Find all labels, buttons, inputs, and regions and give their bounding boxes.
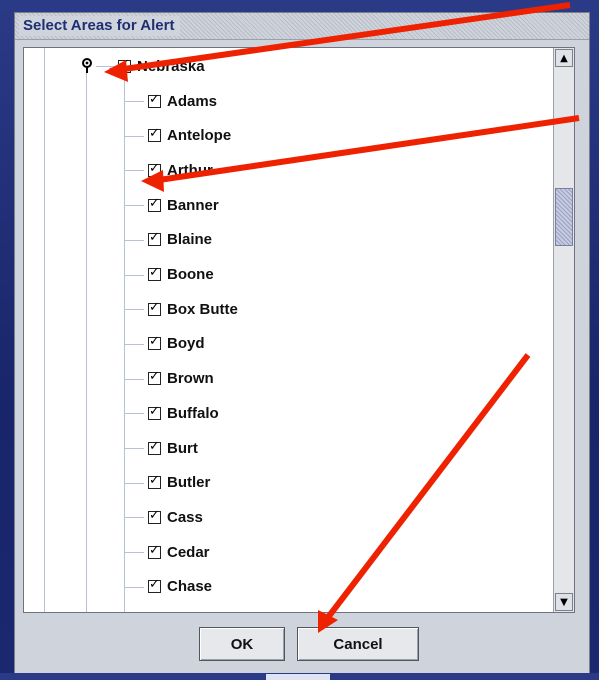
tree-node-label: Nebraska (137, 57, 205, 75)
tree-branch-line (124, 170, 144, 172)
nebraska-checkbox[interactable] (118, 57, 131, 73)
tree-branch-line (124, 135, 144, 137)
tree-row[interactable]: Chase (148, 570, 212, 604)
tree-row[interactable]: Cass (148, 500, 203, 534)
county-checkbox[interactable] (148, 161, 161, 177)
county-checkbox[interactable] (148, 508, 161, 524)
county-checkbox[interactable] (148, 92, 161, 108)
tree-row[interactable]: Box Butte (148, 292, 238, 326)
county-checkbox[interactable] (148, 300, 161, 316)
tree-node-label: Box Butte (167, 300, 238, 318)
tree-node-label: Cedar (167, 543, 210, 561)
tree-row[interactable]: Cedar (148, 535, 210, 569)
tree-row[interactable]: Boone (148, 258, 214, 292)
tree-branch-line (124, 205, 144, 207)
tree-row[interactable]: Antelope (148, 119, 231, 153)
tree-node-label: Antelope (167, 127, 232, 145)
tree-branch-line (124, 343, 144, 345)
tree-branch-line (124, 586, 144, 588)
tree-guide-line (44, 48, 45, 612)
tree-node-label: Banner (167, 196, 219, 214)
dialog-title-bar[interactable]: Select Areas for Alert (15, 13, 589, 40)
county-checkbox[interactable] (148, 473, 161, 490)
cancel-button[interactable]: Cancel (297, 627, 419, 661)
areas-tree-panel: Nebraska Adams Antelope Arthur Banner Blaine… (23, 47, 575, 613)
tree-branch-line (124, 274, 144, 276)
county-checkbox[interactable] (148, 265, 161, 281)
tree-node-label: Butler (167, 474, 211, 492)
tree-row[interactable]: Blaine (148, 223, 212, 257)
county-checkbox[interactable] (148, 439, 161, 455)
tree-row[interactable]: Butler (148, 466, 210, 500)
tree-row[interactable]: Boyd (148, 327, 205, 361)
tree-node-label: Boyd (167, 335, 205, 353)
tree-node-label: Brown (167, 370, 214, 388)
county-checkbox[interactable] (148, 577, 161, 594)
scroll-down-arrow-icon[interactable]: ▼ (555, 593, 573, 611)
tree-expand-handle-icon[interactable] (80, 57, 94, 75)
tree-branch-line (124, 413, 144, 415)
tree-row[interactable]: Burt (148, 431, 198, 465)
county-checkbox[interactable] (148, 126, 161, 143)
tree-node-label: Arthur (167, 161, 213, 179)
tree-node-label: Blaine (167, 231, 213, 249)
slide-bottom-tab (266, 674, 330, 680)
tree-branch-line (124, 239, 144, 241)
tree-root-row[interactable]: Nebraska (80, 49, 205, 83)
county-checkbox[interactable] (148, 543, 161, 559)
tree-branch-line (124, 448, 144, 449)
tree-row[interactable]: Buffalo (148, 396, 219, 430)
county-checkbox[interactable] (148, 334, 161, 351)
tree-branch-line (124, 517, 144, 519)
areas-tree: Nebraska Adams Antelope Arthur Banner Blaine… (24, 48, 554, 612)
tree-branch-line (124, 101, 144, 102)
tree-row[interactable]: Banner (148, 188, 219, 222)
scroll-up-arrow-icon[interactable]: ▲ (555, 49, 573, 67)
ok-button[interactable]: OK (199, 627, 285, 661)
tree-node-label: Cass (167, 508, 203, 526)
tree-guide-line (86, 66, 87, 612)
tree-branch-line (124, 552, 144, 554)
scrollbar-thumb[interactable] (555, 188, 573, 246)
vertical-scrollbar[interactable]: ▲ ▼ (553, 48, 574, 612)
tree-branch-line (96, 65, 118, 67)
tree-node-label: Adams (167, 92, 218, 110)
dialog-title: Select Areas for Alert (19, 16, 181, 36)
tree-node-label: Boone (167, 266, 214, 283)
county-checkbox[interactable] (148, 196, 161, 212)
county-checkbox[interactable] (148, 230, 161, 247)
county-checkbox[interactable] (148, 404, 161, 420)
tree-node-label: Chase (167, 578, 213, 596)
tree-branch-line (124, 482, 144, 484)
tree-row[interactable]: Arthur (148, 153, 213, 187)
tree-node-label: Buffalo (167, 404, 219, 422)
county-checkbox[interactable] (148, 369, 161, 386)
tree-node-label: Burt (167, 439, 198, 457)
tree-row[interactable]: Brown (148, 362, 214, 396)
select-areas-dialog: Select Areas for Alert Nebraska Adams Ant… (14, 12, 590, 674)
tree-branch-line (124, 309, 144, 311)
tree-branch-line (124, 378, 144, 380)
tree-row[interactable]: Adams (148, 84, 217, 118)
